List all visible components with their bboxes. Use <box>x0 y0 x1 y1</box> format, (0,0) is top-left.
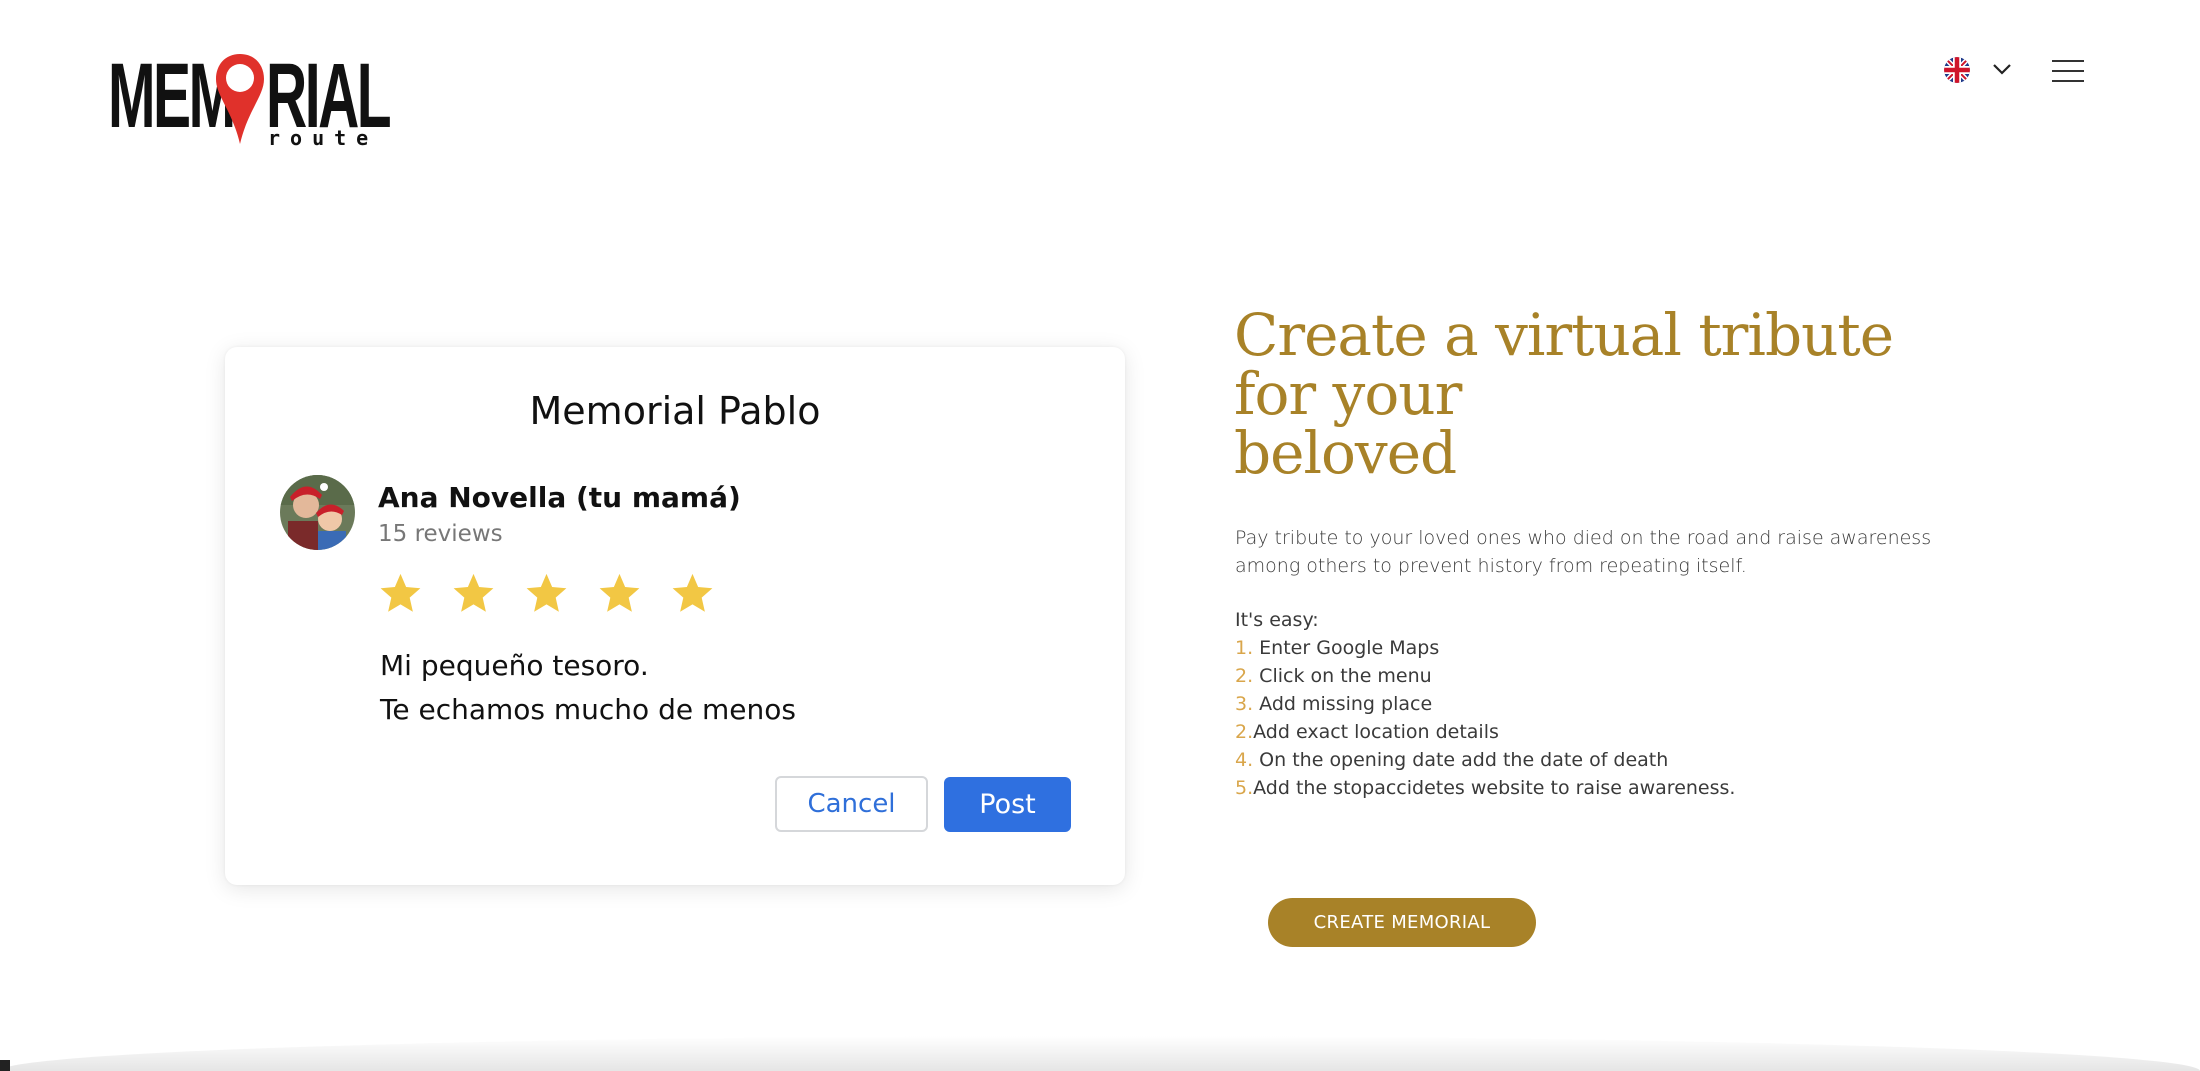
cancel-button[interactable]: Cancel <box>775 776 928 832</box>
scroll-corner <box>0 1060 10 1071</box>
page-title-line: Create a virtual tribute <box>1234 301 1894 369</box>
star-icon[interactable] <box>524 571 569 616</box>
section-divider-shadow <box>0 1036 2200 1071</box>
post-button[interactable]: Post <box>944 777 1071 832</box>
star-icon[interactable] <box>378 571 423 616</box>
star-icon[interactable] <box>451 571 496 616</box>
logo-subtitle: route <box>268 126 379 150</box>
review-message: Mi pequeño tesoro. Te echamos mucho de m… <box>380 644 796 732</box>
step-text: Add exact location details <box>1253 721 1499 743</box>
step-number: 2. <box>1235 721 1254 743</box>
intro-line: Pay tribute to your loved ones who died … <box>1235 527 1932 549</box>
avatar <box>280 475 355 550</box>
step-number: 1. <box>1235 637 1254 659</box>
page-title-line: beloved <box>1234 419 1457 487</box>
step-text: Add the stopaccidetes website to raise a… <box>1253 777 1736 799</box>
list-item: 5.Add the stopaccidetes website to raise… <box>1235 774 1735 802</box>
list-item: 2. Click on the menu <box>1235 662 1735 690</box>
hamburger-menu-icon[interactable] <box>2052 58 2086 84</box>
step-text: On the opening date add the date of deat… <box>1253 749 1669 771</box>
review-count: 15 reviews <box>378 521 503 547</box>
step-number: 3. <box>1235 693 1254 715</box>
uk-flag-icon <box>1944 57 1970 83</box>
easy-label: It's easy: <box>1235 609 1319 631</box>
review-message-line: Mi pequeño tesoro. <box>380 649 649 682</box>
list-item: 1. Enter Google Maps <box>1235 634 1735 662</box>
step-number: 2. <box>1235 665 1254 687</box>
review-author: Ana Novella (tu mamá) <box>378 481 741 514</box>
list-item: 2.Add exact location details <box>1235 718 1735 746</box>
chevron-down-icon[interactable] <box>1992 62 2012 76</box>
star-icon[interactable] <box>670 571 715 616</box>
intro-line: among others to prevent history from rep… <box>1235 555 1747 577</box>
page-title-line: for your <box>1234 360 1462 428</box>
card-title: Memorial Pablo <box>529 389 821 433</box>
steps-list: 1. Enter Google Maps 2. Click on the men… <box>1235 634 1735 802</box>
logo[interactable]: MEM RIAL route <box>108 50 392 150</box>
language-selector[interactable] <box>1944 56 2014 84</box>
review-message-line: Te echamos mucho de menos <box>380 693 796 726</box>
step-text: Add missing place <box>1253 693 1433 715</box>
create-memorial-button[interactable]: CREATE MEMORIAL <box>1268 898 1536 947</box>
step-text: Enter Google Maps <box>1253 637 1440 659</box>
map-pin-icon <box>216 54 264 144</box>
list-item: 3. Add missing place <box>1235 690 1735 718</box>
intro-text: Pay tribute to your loved ones who died … <box>1235 524 1935 580</box>
star-icon[interactable] <box>597 571 642 616</box>
star-rating[interactable] <box>378 571 715 616</box>
step-text: Click on the menu <box>1253 665 1432 687</box>
review-card: Memorial Pablo Ana Novella (tu mamá) 15 … <box>225 347 1125 885</box>
list-item: 4. On the opening date add the date of d… <box>1235 746 1735 774</box>
step-number: 5. <box>1235 777 1254 799</box>
step-number: 4. <box>1235 749 1254 771</box>
page-title: Create a virtual tribute for your belove… <box>1234 306 1994 483</box>
